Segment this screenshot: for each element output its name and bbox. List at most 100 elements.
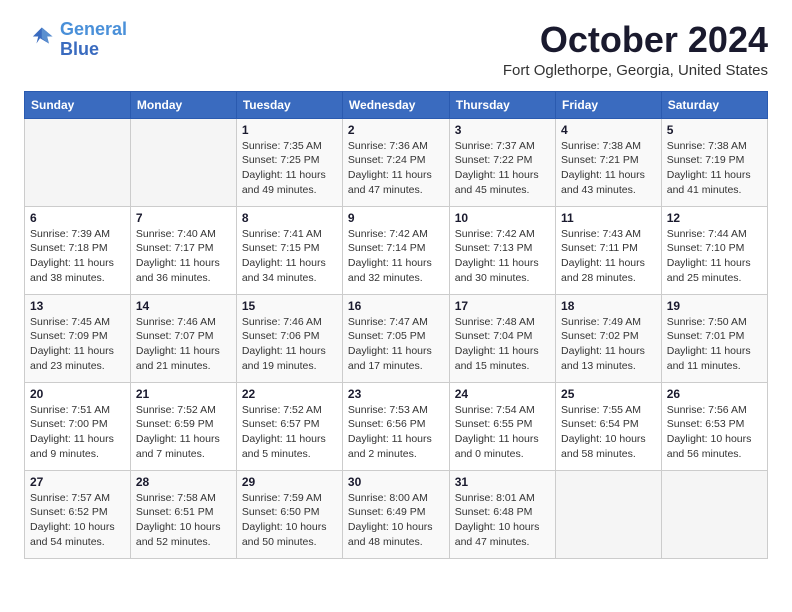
calendar-cell: 18Sunrise: 7:49 AM Sunset: 7:02 PM Dayli… — [556, 294, 662, 382]
calendar-cell — [556, 470, 662, 558]
day-info: Sunrise: 7:48 AM Sunset: 7:04 PM Dayligh… — [455, 315, 550, 374]
calendar-cell: 31Sunrise: 8:01 AM Sunset: 6:48 PM Dayli… — [449, 470, 555, 558]
page-header: General Blue October 2024 Fort Oglethorp… — [24, 20, 768, 79]
day-info: Sunrise: 7:35 AM Sunset: 7:25 PM Dayligh… — [242, 139, 337, 198]
day-number: 29 — [242, 475, 337, 489]
weekday-header-sunday: Sunday — [25, 91, 131, 118]
calendar-cell: 7 Sunrise: 7:40 AM Sunset: 7:17 PM Daylig… — [130, 206, 236, 294]
calendar-cell: 3 Sunrise: 7:37 AM Sunset: 7:22 PM Daylig… — [449, 118, 555, 206]
day-number: 2 — [348, 123, 444, 137]
calendar-cell: 20Sunrise: 7:51 AM Sunset: 7:00 PM Dayli… — [25, 382, 131, 470]
day-number: 3 — [455, 123, 550, 137]
logo-text: General Blue — [60, 20, 127, 60]
day-info: Sunrise: 7:42 AM Sunset: 7:14 PM Dayligh… — [348, 227, 444, 286]
day-number: 11 — [561, 211, 656, 225]
day-number: 21 — [136, 387, 231, 401]
calendar-cell: 19Sunrise: 7:50 AM Sunset: 7:01 PM Dayli… — [661, 294, 767, 382]
calendar-cell: 15 Sunrise: 7:46 AM Sunset: 7:06 PM Dayli… — [236, 294, 342, 382]
calendar-cell: 25 Sunrise: 7:55 AM Sunset: 6:54 PM Dayli… — [556, 382, 662, 470]
day-info: Sunrise: 7:46 AM Sunset: 7:07 PM Dayligh… — [136, 315, 231, 374]
day-number: 13 — [30, 299, 125, 313]
calendar-cell: 9 Sunrise: 7:42 AM Sunset: 7:14 PM Daylig… — [342, 206, 449, 294]
weekday-header-thursday: Thursday — [449, 91, 555, 118]
day-info: Sunrise: 7:38 AM Sunset: 7:21 PM Dayligh… — [561, 139, 656, 198]
calendar-week-row: 6 Sunrise: 7:39 AM Sunset: 7:18 PM Daylig… — [25, 206, 768, 294]
day-info: Sunrise: 7:37 AM Sunset: 7:22 PM Dayligh… — [455, 139, 550, 198]
calendar-cell: 5 Sunrise: 7:38 AM Sunset: 7:19 PM Daylig… — [661, 118, 767, 206]
calendar-week-row: 13 Sunrise: 7:45 AM Sunset: 7:09 PM Dayli… — [25, 294, 768, 382]
day-info: Sunrise: 7:40 AM Sunset: 7:17 PM Dayligh… — [136, 227, 231, 286]
day-info: Sunrise: 7:38 AM Sunset: 7:19 PM Dayligh… — [667, 139, 762, 198]
day-info: Sunrise: 7:36 AM Sunset: 7:24 PM Dayligh… — [348, 139, 444, 198]
day-info: Sunrise: 7:42 AM Sunset: 7:13 PM Dayligh… — [455, 227, 550, 286]
calendar-cell: 26 Sunrise: 7:56 AM Sunset: 6:53 PM Dayli… — [661, 382, 767, 470]
day-number: 14 — [136, 299, 231, 313]
month-title: October 2024 — [503, 20, 768, 60]
day-info: Sunrise: 7:49 AM Sunset: 7:02 PM Dayligh… — [561, 315, 656, 374]
day-info: Sunrise: 7:54 AM Sunset: 6:55 PM Dayligh… — [455, 403, 550, 462]
day-info: Sunrise: 7:53 AM Sunset: 6:56 PM Dayligh… — [348, 403, 444, 462]
day-number: 7 — [136, 211, 231, 225]
day-number: 16 — [348, 299, 444, 313]
day-info: Sunrise: 7:46 AM Sunset: 7:06 PM Dayligh… — [242, 315, 337, 374]
day-info: Sunrise: 7:59 AM Sunset: 6:50 PM Dayligh… — [242, 491, 337, 550]
calendar-cell: 29 Sunrise: 7:59 AM Sunset: 6:50 PM Dayli… — [236, 470, 342, 558]
weekday-header-saturday: Saturday — [661, 91, 767, 118]
day-info: Sunrise: 7:50 AM Sunset: 7:01 PM Dayligh… — [667, 315, 762, 374]
day-info: Sunrise: 7:57 AM Sunset: 6:52 PM Dayligh… — [30, 491, 125, 550]
day-info: Sunrise: 7:56 AM Sunset: 6:53 PM Dayligh… — [667, 403, 762, 462]
day-info: Sunrise: 7:44 AM Sunset: 7:10 PM Dayligh… — [667, 227, 762, 286]
calendar-cell: 4 Sunrise: 7:38 AM Sunset: 7:21 PM Daylig… — [556, 118, 662, 206]
day-number: 30 — [348, 475, 444, 489]
day-number: 20 — [30, 387, 125, 401]
title-area: October 2024 Fort Oglethorpe, Georgia, U… — [503, 20, 768, 79]
calendar-cell: 2 Sunrise: 7:36 AM Sunset: 7:24 PM Daylig… — [342, 118, 449, 206]
day-info: Sunrise: 7:41 AM Sunset: 7:15 PM Dayligh… — [242, 227, 337, 286]
calendar-cell: 28 Sunrise: 7:58 AM Sunset: 6:51 PM Dayli… — [130, 470, 236, 558]
day-info: Sunrise: 7:45 AM Sunset: 7:09 PM Dayligh… — [30, 315, 125, 374]
day-number: 23 — [348, 387, 444, 401]
weekday-header-tuesday: Tuesday — [236, 91, 342, 118]
day-info: Sunrise: 7:55 AM Sunset: 6:54 PM Dayligh… — [561, 403, 656, 462]
day-number: 4 — [561, 123, 656, 137]
day-number: 5 — [667, 123, 762, 137]
day-number: 9 — [348, 211, 444, 225]
calendar-week-row: 1Sunrise: 7:35 AM Sunset: 7:25 PM Daylig… — [25, 118, 768, 206]
calendar-cell: 1Sunrise: 7:35 AM Sunset: 7:25 PM Daylig… — [236, 118, 342, 206]
day-info: Sunrise: 7:39 AM Sunset: 7:18 PM Dayligh… — [30, 227, 125, 286]
day-number: 8 — [242, 211, 337, 225]
day-info: Sunrise: 7:52 AM Sunset: 6:59 PM Dayligh… — [136, 403, 231, 462]
weekday-header-wednesday: Wednesday — [342, 91, 449, 118]
weekday-header-monday: Monday — [130, 91, 236, 118]
calendar-cell — [25, 118, 131, 206]
day-number: 15 — [242, 299, 337, 313]
day-info: Sunrise: 7:58 AM Sunset: 6:51 PM Dayligh… — [136, 491, 231, 550]
day-number: 26 — [667, 387, 762, 401]
calendar-cell: 30 Sunrise: 8:00 AM Sunset: 6:49 PM Dayli… — [342, 470, 449, 558]
calendar-week-row: 27 Sunrise: 7:57 AM Sunset: 6:52 PM Dayli… — [25, 470, 768, 558]
day-info: Sunrise: 7:43 AM Sunset: 7:11 PM Dayligh… — [561, 227, 656, 286]
calendar-cell — [130, 118, 236, 206]
day-info: Sunrise: 7:52 AM Sunset: 6:57 PM Dayligh… — [242, 403, 337, 462]
day-number: 6 — [30, 211, 125, 225]
calendar-cell: 8 Sunrise: 7:41 AM Sunset: 7:15 PM Daylig… — [236, 206, 342, 294]
calendar-cell: 16Sunrise: 7:47 AM Sunset: 7:05 PM Dayli… — [342, 294, 449, 382]
day-number: 22 — [242, 387, 337, 401]
day-info: Sunrise: 8:00 AM Sunset: 6:49 PM Dayligh… — [348, 491, 444, 550]
calendar-cell: 6 Sunrise: 7:39 AM Sunset: 7:18 PM Daylig… — [25, 206, 131, 294]
calendar-cell: 17 Sunrise: 7:48 AM Sunset: 7:04 PM Dayli… — [449, 294, 555, 382]
calendar-cell — [661, 470, 767, 558]
calendar-cell: 22 Sunrise: 7:52 AM Sunset: 6:57 PM Dayli… — [236, 382, 342, 470]
day-number: 24 — [455, 387, 550, 401]
day-number: 25 — [561, 387, 656, 401]
weekday-header-row: SundayMondayTuesdayWednesdayThursdayFrid… — [25, 91, 768, 118]
calendar-table: SundayMondayTuesdayWednesdayThursdayFrid… — [24, 91, 768, 559]
calendar-cell: 24 Sunrise: 7:54 AM Sunset: 6:55 PM Dayli… — [449, 382, 555, 470]
calendar-cell: 23 Sunrise: 7:53 AM Sunset: 6:56 PM Dayli… — [342, 382, 449, 470]
logo: General Blue — [24, 20, 127, 60]
day-number: 27 — [30, 475, 125, 489]
calendar-cell: 27 Sunrise: 7:57 AM Sunset: 6:52 PM Dayli… — [25, 470, 131, 558]
day-number: 17 — [455, 299, 550, 313]
day-number: 28 — [136, 475, 231, 489]
location-title: Fort Oglethorpe, Georgia, United States — [503, 62, 768, 79]
